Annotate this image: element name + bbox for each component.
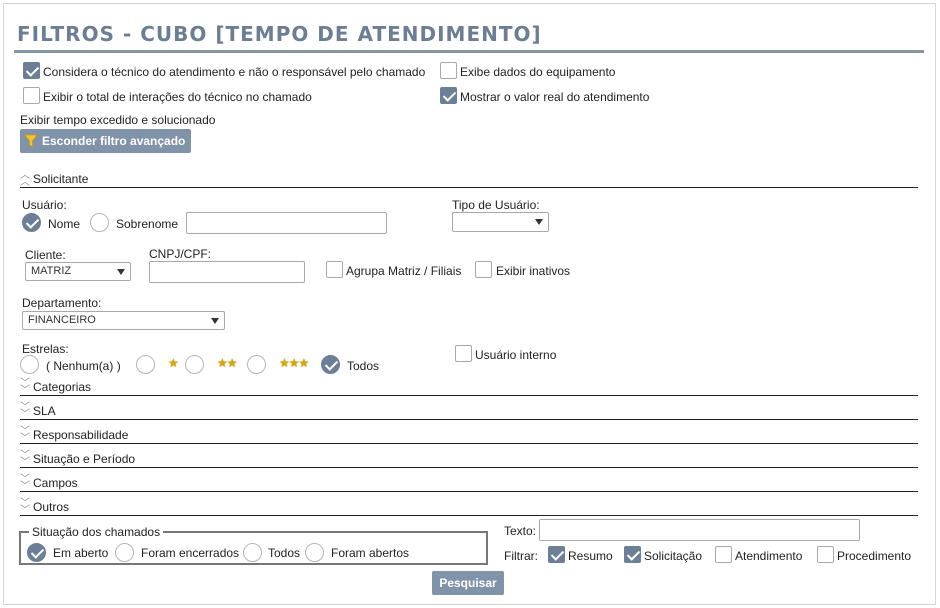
- estrelas-nenhum-radio[interactable]: [20, 355, 39, 374]
- chevron-down-icon: ﹀ ﹀: [20, 402, 30, 420]
- star-icon: ★★★: [279, 356, 309, 370]
- estrelas-3-radio[interactable]: [247, 355, 266, 374]
- exibir-inativos-label: Exibir inativos: [496, 264, 571, 278]
- chevron-down-icon: ﹀ ﹀: [20, 474, 30, 492]
- usuario-search-input[interactable]: [186, 212, 387, 234]
- situacao-todos-radio[interactable]: [243, 543, 262, 562]
- exibe-equipamento-label: Exibe dados do equipamento: [460, 65, 616, 79]
- filtrar-procedimento-checkbox[interactable]: [817, 546, 834, 563]
- dropdown-arrow-icon: [211, 318, 219, 324]
- exibe-equipamento-checkbox[interactable]: [440, 62, 457, 79]
- section-outros-label: Outros: [33, 500, 70, 514]
- departamento-value: FINANCEIRO: [28, 314, 96, 326]
- texto-label: Texto:: [504, 524, 537, 538]
- pesquisar-button[interactable]: Pesquisar: [432, 571, 504, 595]
- situacao-chamados-legend: Situação dos chamados: [32, 525, 161, 539]
- section-categorias-label: Categorias: [33, 380, 92, 394]
- chevron-down-icon: ﹀ ﹀: [20, 450, 30, 468]
- departamento-select[interactable]: FINANCEIRO: [22, 311, 225, 330]
- chevron-up-icon: ︿ ︿: [20, 170, 30, 188]
- tempo-excedido-text: Exibir tempo excedido e solucionado: [20, 113, 216, 127]
- situacao-encerrados-radio[interactable]: [115, 543, 134, 562]
- filtrar-atendimento-label: Atendimento: [735, 549, 803, 563]
- texto-input[interactable]: [539, 519, 860, 541]
- departamento-label: Departamento:: [22, 296, 102, 310]
- mostrar-valor-real-label: Mostrar o valor real do atendimento: [460, 90, 650, 104]
- filtrar-resumo-label: Resumo: [568, 549, 613, 563]
- agrupa-matriz-label: Agrupa Matriz / Filiais: [346, 264, 462, 278]
- section-outros[interactable]: ﹀ ﹀ Outros: [20, 498, 918, 516]
- section-responsabilidade[interactable]: ﹀ ﹀ Responsabilidade: [20, 426, 918, 444]
- cliente-select[interactable]: MATRIZ: [25, 262, 131, 281]
- section-sla-label: SLA: [33, 404, 56, 418]
- estrelas-label: Estrelas:: [22, 342, 69, 356]
- page-title: FILTROS - CUBO [TEMPO DE ATENDIMENTO]: [17, 22, 542, 46]
- chevron-down-icon: ﹀ ﹀: [20, 498, 30, 516]
- filtrar-procedimento-label: Procedimento: [837, 549, 912, 563]
- cliente-label: Cliente:: [25, 248, 66, 262]
- estrelas-1-radio[interactable]: [136, 355, 155, 374]
- usuario-nome-label: Nome: [48, 217, 81, 231]
- estrelas-nenhum-label: ( Nenhum(a) ): [46, 359, 121, 373]
- exibir-interacoes-label: Exibir o total de interações do técnico …: [43, 90, 312, 104]
- toggle-advanced-filter-button[interactable]: Esconder filtro avançado: [20, 129, 191, 153]
- situacao-em-aberto-label: Em aberto: [53, 546, 109, 560]
- toggle-advanced-filter-label: Esconder filtro avançado: [42, 134, 186, 148]
- cliente-value: MATRIZ: [31, 265, 72, 277]
- cnpj-input[interactable]: [149, 261, 305, 283]
- estrelas-2-radio[interactable]: [185, 355, 204, 374]
- situacao-em-aberto-radio[interactable]: [27, 543, 46, 562]
- section-responsabilidade-label: Responsabilidade: [33, 428, 129, 442]
- section-categorias[interactable]: ﹀ ﹀ Categorias: [20, 378, 918, 396]
- usuario-interno-checkbox[interactable]: [455, 345, 472, 362]
- exibir-inativos-checkbox[interactable]: [475, 261, 492, 278]
- usuario-label: Usuário:: [22, 198, 67, 212]
- exibir-interacoes-checkbox[interactable]: [23, 87, 40, 104]
- chevron-down-icon: ﹀ ﹀: [20, 378, 30, 396]
- usuario-sobrenome-label: Sobrenome: [116, 217, 179, 231]
- considera-tecnico-label: Considera o técnico do atendimento e não…: [43, 65, 426, 79]
- usuario-interno-label: Usuário interno: [475, 348, 557, 362]
- funnel-icon: [24, 134, 38, 148]
- section-situacao-periodo[interactable]: ﹀ ﹀ Situação e Período: [20, 450, 918, 468]
- considera-tecnico-checkbox[interactable]: [23, 62, 40, 79]
- mostrar-valor-real-checkbox[interactable]: [440, 87, 457, 104]
- section-situacao-periodo-label: Situação e Período: [33, 452, 136, 466]
- section-solicitante-label: Solicitante: [33, 172, 89, 186]
- star-icon: ★: [168, 356, 179, 370]
- usuario-nome-radio[interactable]: [22, 213, 41, 232]
- chevron-down-icon: ﹀ ﹀: [20, 426, 30, 444]
- filtrar-resumo-checkbox[interactable]: [548, 546, 565, 563]
- section-campos[interactable]: ﹀ ﹀ Campos: [20, 474, 918, 492]
- cnpj-label: CNPJ/CPF:: [149, 247, 212, 261]
- situacao-abertos-label: Foram abertos: [331, 546, 410, 560]
- estrelas-todos-radio[interactable]: [321, 355, 340, 374]
- star-icon: ★★: [217, 356, 237, 370]
- situacao-todos-label: Todos: [268, 546, 301, 560]
- filtrar-solicitacao-label: Solicitação: [644, 549, 703, 563]
- dropdown-arrow-icon: [117, 269, 125, 275]
- title-divider: [14, 50, 924, 53]
- filtrar-solicitacao-checkbox[interactable]: [624, 546, 641, 563]
- filtrar-label: Filtrar:: [504, 549, 538, 563]
- usuario-sobrenome-radio[interactable]: [90, 213, 109, 232]
- dropdown-arrow-icon: [535, 219, 543, 225]
- situacao-encerrados-label: Foram encerrados: [141, 546, 240, 560]
- filtrar-atendimento-checkbox[interactable]: [715, 546, 732, 563]
- agrupa-matriz-checkbox[interactable]: [326, 261, 343, 278]
- section-solicitante[interactable]: ︿ ︿ Solicitante: [20, 170, 918, 188]
- tipo-usuario-label: Tipo de Usuário:: [452, 198, 540, 212]
- section-campos-label: Campos: [33, 476, 78, 490]
- situacao-abertos-radio[interactable]: [305, 543, 324, 562]
- tipo-usuario-select[interactable]: [452, 212, 549, 232]
- section-sla[interactable]: ﹀ ﹀ SLA: [20, 402, 918, 420]
- estrelas-todos-label: Todos: [347, 359, 380, 373]
